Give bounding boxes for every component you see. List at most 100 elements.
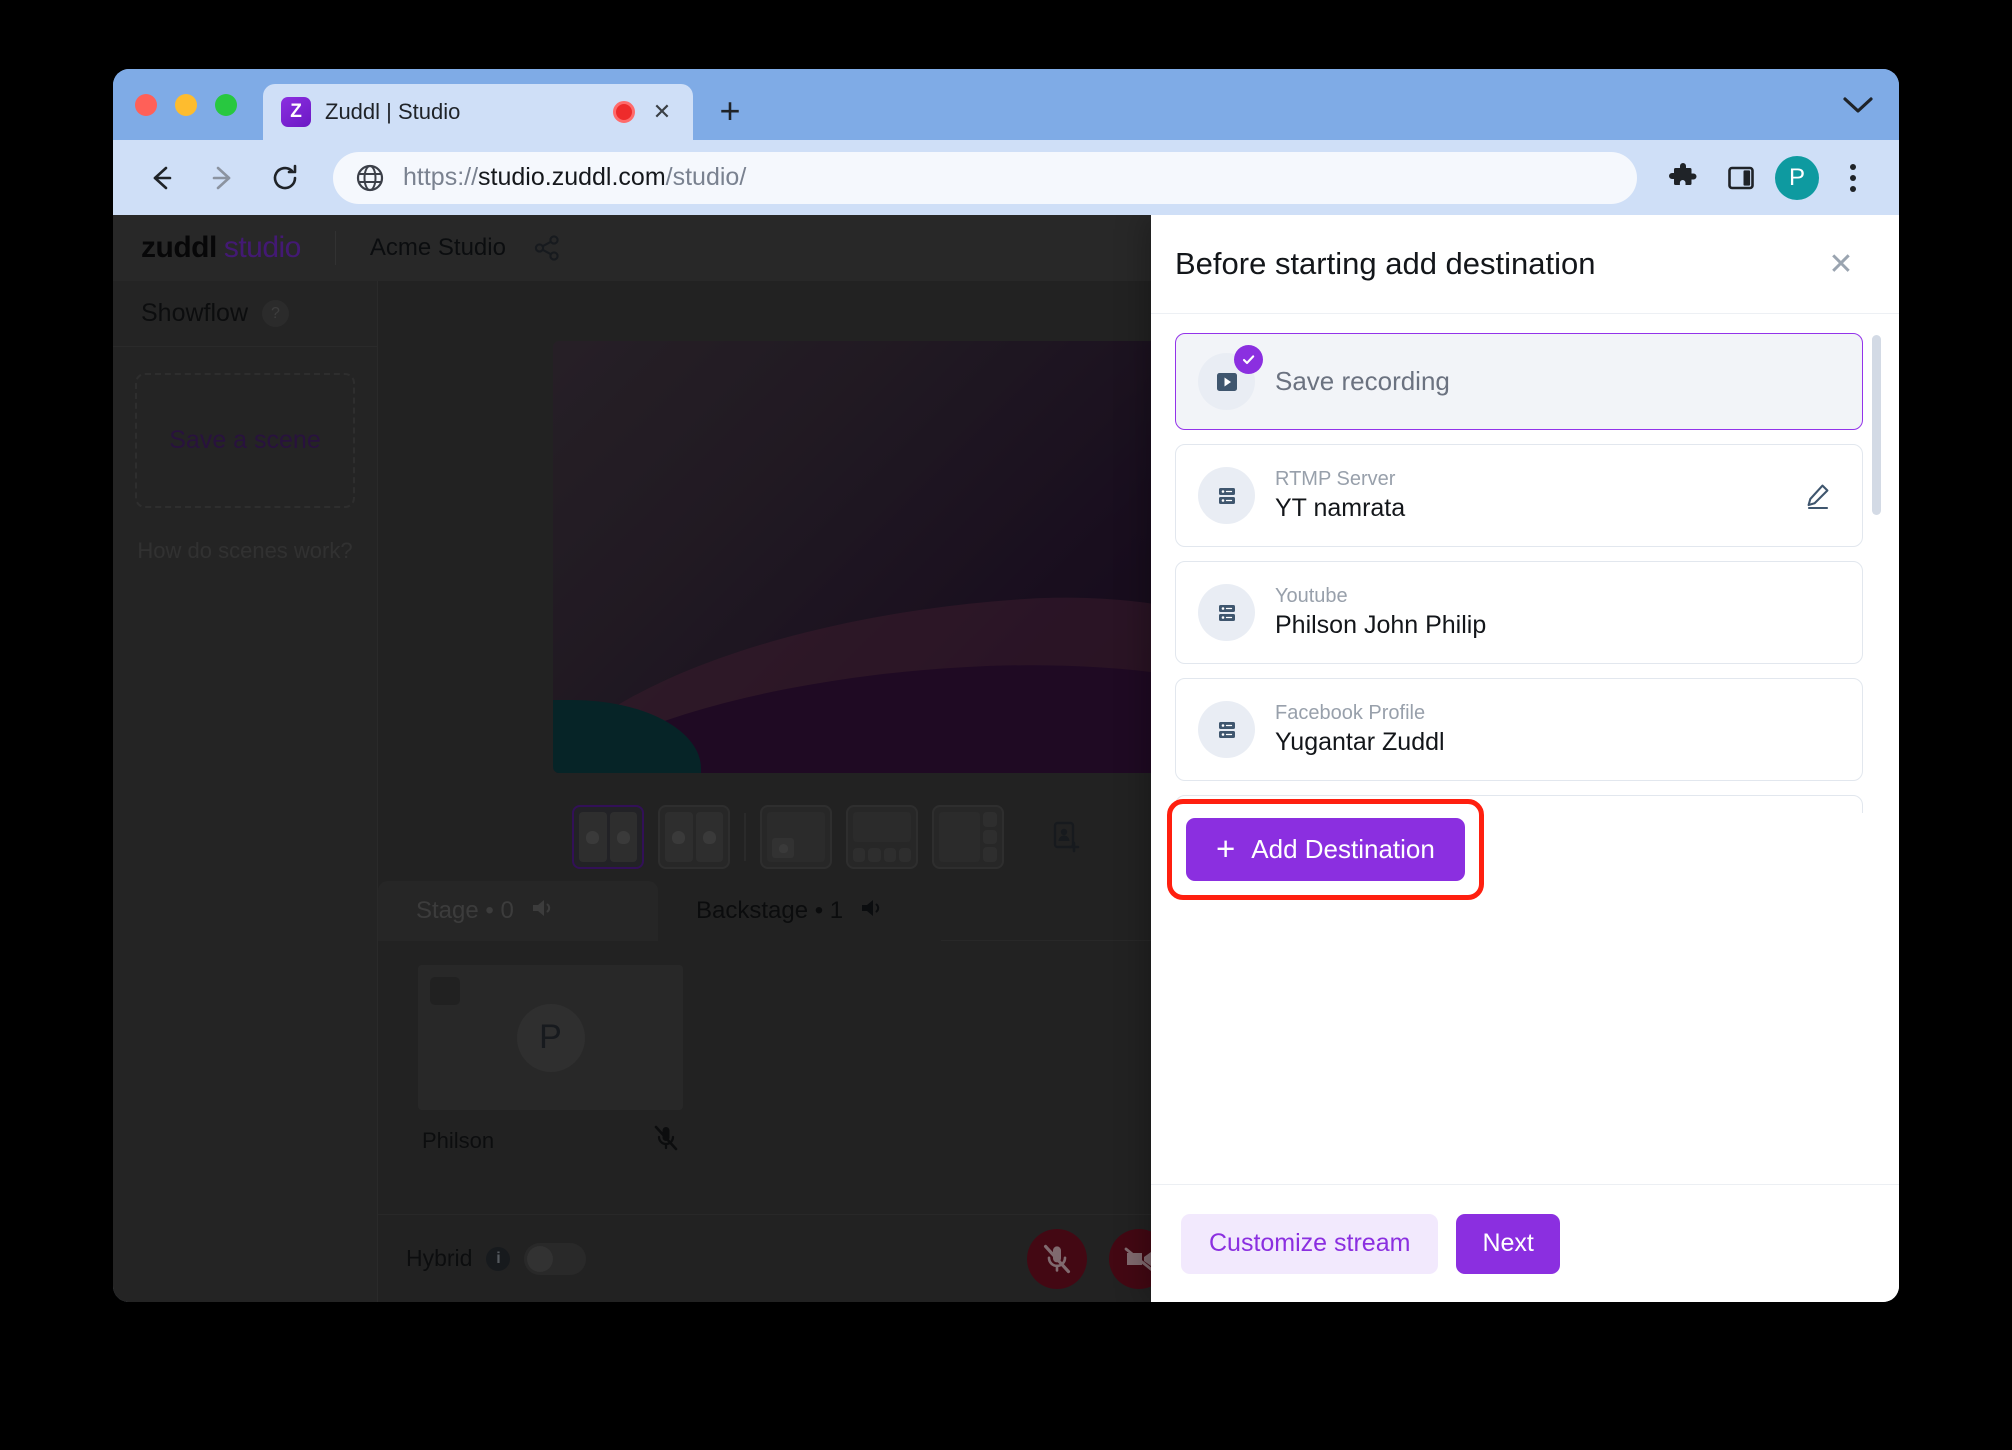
url-text: https://studio.zuddl.com/studio/ [403, 163, 746, 192]
destination-row[interactable]: Youtube Philson John Philip [1175, 561, 1863, 664]
person-icon [779, 844, 788, 853]
info-icon[interactable]: i [486, 1247, 510, 1271]
speaker-icon[interactable] [530, 896, 556, 927]
destination-list-scrollbar[interactable] [1872, 335, 1881, 805]
forward-arrow-icon[interactable] [197, 152, 249, 204]
destination-name: Yugantar Zuddl [1275, 726, 1836, 759]
pencil-icon[interactable] [1800, 478, 1836, 514]
speaker-icon[interactable] [859, 896, 885, 927]
person-icon [672, 831, 685, 844]
layout-cell [983, 830, 997, 845]
scrollbar-thumb[interactable] [1872, 335, 1881, 515]
sidebar-title: Showflow [141, 299, 248, 328]
layout-cell [884, 848, 896, 862]
participant-video-placeholder: P [418, 965, 683, 1110]
new-tab-button[interactable]: + [707, 88, 753, 134]
server-icon [1198, 701, 1255, 758]
layout-cell [939, 812, 980, 862]
layout-cell [610, 812, 638, 862]
add-destination-panel: Before starting add destination ✕ [1151, 215, 1899, 1302]
destination-name: YT namrata [1275, 492, 1780, 525]
destination-save-recording[interactable]: Save recording [1175, 333, 1863, 430]
how-scenes-work-link[interactable]: How do scenes work? [113, 538, 377, 564]
layout-row [853, 848, 911, 862]
next-button[interactable]: Next [1456, 1214, 1559, 1274]
logo-studio-text: studio [224, 231, 301, 265]
showflow-header: Showflow ? [113, 281, 377, 347]
zuddl-studio-logo[interactable]: zuddl studio [141, 231, 301, 265]
logo-zuddl-text: zuddl [141, 231, 217, 265]
panel-title: Before starting add destination [1175, 246, 1821, 282]
browser-tab-strip: Z Zuddl | Studio ✕ + [113, 69, 1899, 140]
browser-tab[interactable]: Z Zuddl | Studio ✕ [263, 84, 693, 140]
url-host: studio.zuddl.com [478, 163, 666, 191]
participant-tile[interactable]: P Philson [418, 965, 683, 1157]
check-icon [1234, 345, 1263, 374]
destination-texts: RTMP Server YT namrata [1275, 467, 1780, 525]
url-scheme: https:// [403, 163, 478, 191]
panel-body: Save recording RTMP Server YT namrata [1151, 313, 1899, 1184]
add-person-layout-icon[interactable] [1044, 815, 1088, 859]
layout-cell [853, 812, 911, 842]
panel-header: Before starting add destination ✕ [1151, 215, 1899, 313]
participant-name: Philson [422, 1128, 494, 1154]
mic-off-icon[interactable] [653, 1124, 679, 1157]
tile-corner-badge [430, 977, 460, 1005]
minimize-window-button[interactable] [175, 94, 197, 116]
participant-footer: Philson [418, 1110, 683, 1157]
reload-icon[interactable] [259, 152, 311, 204]
add-destination-highlight: + Add Destination [1167, 799, 1484, 900]
customize-stream-button[interactable]: Customize stream [1181, 1214, 1438, 1274]
layout-row [853, 812, 911, 842]
tab-stage-label: Stage • 0 [416, 897, 514, 925]
destination-type: Youtube [1275, 584, 1836, 609]
layout-option-presenter-strip[interactable] [846, 805, 918, 869]
help-icon[interactable]: ? [262, 300, 289, 327]
chevron-down-icon[interactable] [1831, 69, 1885, 140]
hybrid-toggle[interactable] [524, 1243, 586, 1275]
side-panel-icon[interactable] [1717, 154, 1765, 202]
maximize-window-button[interactable] [215, 94, 237, 116]
add-destination-button[interactable]: + Add Destination [1186, 818, 1465, 881]
zuddl-favicon-icon: Z [281, 97, 311, 127]
tab-stage[interactable]: Stage • 0 [378, 881, 658, 941]
layout-cell [579, 812, 607, 862]
layout-option-single-pip[interactable] [760, 805, 832, 869]
panel-footer: Customize stream Next [1151, 1184, 1899, 1302]
tab-backstage[interactable]: Backstage • 1 [658, 881, 941, 941]
header-divider [335, 231, 336, 265]
showflow-sidebar: Showflow ? Save a scene How do scenes wo… [113, 281, 378, 1302]
server-icon [1198, 467, 1255, 524]
close-icon[interactable]: ✕ [1821, 244, 1861, 284]
destination-type: RTMP Server [1275, 467, 1780, 492]
add-destination-label: Add Destination [1251, 834, 1435, 865]
mic-off-button[interactable] [1027, 1229, 1087, 1289]
recording-icon [1198, 353, 1255, 410]
close-icon[interactable]: ✕ [649, 99, 675, 125]
layout-cell [696, 812, 724, 862]
back-arrow-icon[interactable] [135, 152, 187, 204]
browser-window: Z Zuddl | Studio ✕ + https://studio.zudd… [113, 69, 1899, 1302]
profile-avatar[interactable]: P [1775, 156, 1819, 200]
puzzle-piece-icon[interactable] [1659, 154, 1707, 202]
server-icon [1198, 584, 1255, 641]
layout-option-sidebar-grid[interactable] [932, 805, 1004, 869]
share-icon[interactable] [532, 233, 562, 263]
person-icon [703, 831, 716, 844]
layout-option-two-up[interactable] [572, 805, 644, 869]
destination-row[interactable]: Facebook Profile Yugantar Zuddl [1175, 678, 1863, 781]
person-icon [617, 831, 630, 844]
layout-cell [983, 812, 997, 827]
address-bar[interactable]: https://studio.zuddl.com/studio/ [333, 152, 1637, 204]
destination-list[interactable]: Save recording RTMP Server YT namrata [1151, 313, 1899, 813]
layout-cell [665, 812, 693, 862]
close-window-button[interactable] [135, 94, 157, 116]
kebab-menu-icon[interactable] [1829, 154, 1877, 202]
save-scene-dropzone[interactable]: Save a scene [135, 373, 355, 508]
destination-row[interactable]: RTMP Server YT namrata [1175, 444, 1863, 547]
page-viewport: zuddl studio Acme Studio Showflow ? Save… [113, 215, 1899, 1302]
person-icon [586, 831, 599, 844]
window-traffic-lights [135, 69, 237, 140]
tab-backstage-label: Backstage • 1 [696, 897, 843, 925]
layout-option-split[interactable] [658, 805, 730, 869]
